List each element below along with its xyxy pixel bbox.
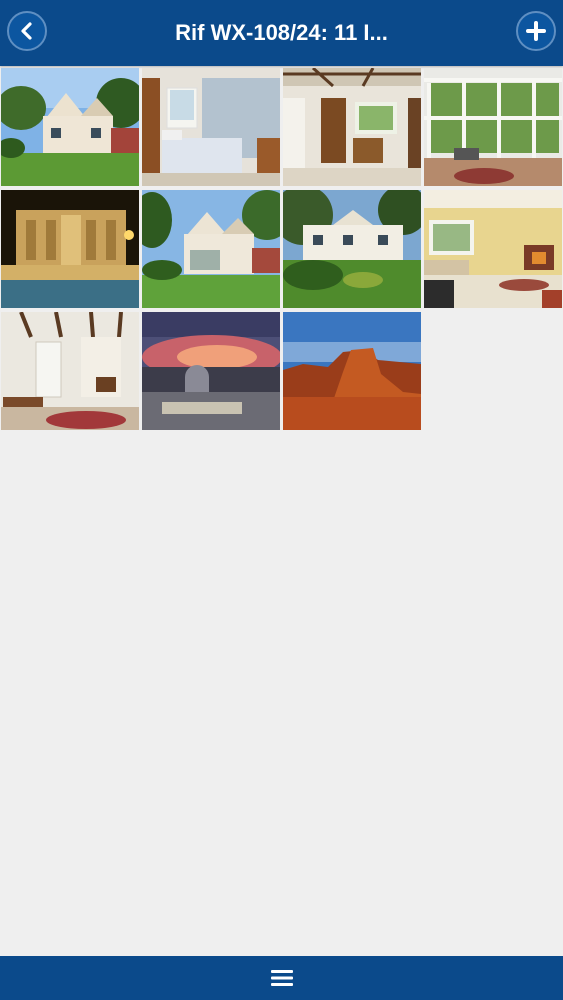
photo-house-front-garden[interactable] xyxy=(283,190,421,308)
photo-hallway[interactable] xyxy=(1,312,139,430)
plus-icon xyxy=(526,21,546,41)
photo-living-room[interactable] xyxy=(424,190,562,308)
photo-dining-room[interactable] xyxy=(283,68,421,186)
add-button[interactable] xyxy=(516,11,556,51)
hamburger-menu-icon xyxy=(270,970,293,986)
back-button[interactable] xyxy=(7,11,47,51)
photo-trevi-fountain-night[interactable] xyxy=(1,190,139,308)
menu-button[interactable] xyxy=(262,958,302,998)
photo-bedroom[interactable] xyxy=(142,68,280,186)
chevron-left-icon xyxy=(21,22,32,40)
photo-cottage-exterior[interactable] xyxy=(1,68,139,186)
top-app-bar: Rif WX-108/24: 11 I... xyxy=(0,0,563,66)
photo-cottage-garden[interactable] xyxy=(142,190,280,308)
photo-city-sunset[interactable] xyxy=(142,312,280,430)
page-title: Rif WX-108/24: 11 I... xyxy=(175,20,388,45)
photo-conservatory[interactable] xyxy=(424,68,562,186)
photo-desert-butte[interactable] xyxy=(283,312,421,430)
bottom-bar xyxy=(0,956,563,1000)
